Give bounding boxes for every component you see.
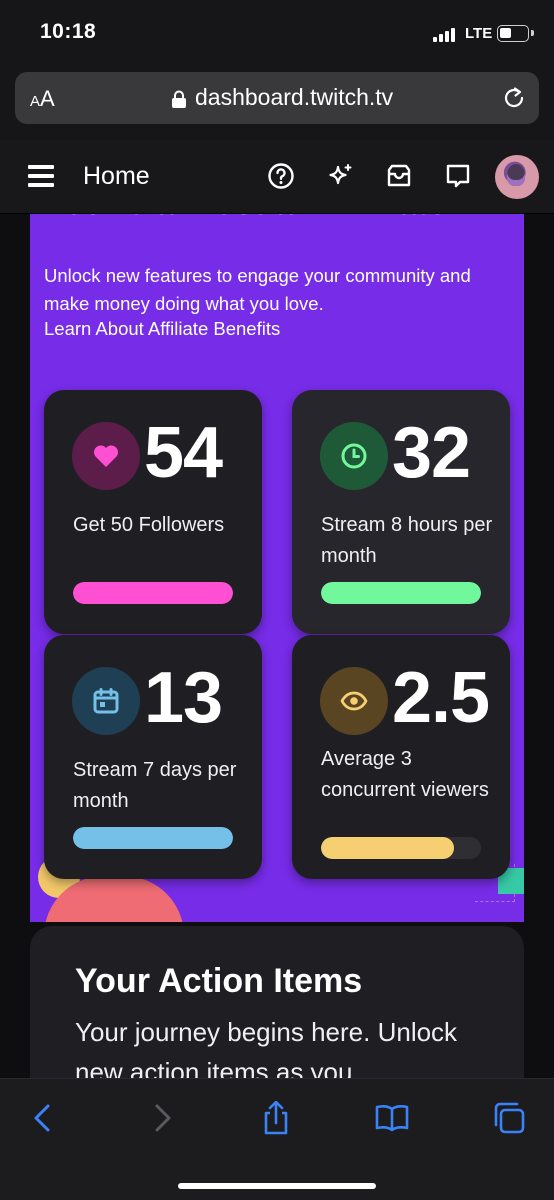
action-items-title: Your Action Items <box>75 962 363 1000</box>
calendar-icon <box>93 688 119 714</box>
back-icon[interactable] <box>26 1101 60 1135</box>
share-icon[interactable] <box>259 1101 293 1135</box>
status-bar: 10:18 LTE <box>0 0 554 64</box>
status-time: 10:18 <box>40 20 97 43</box>
action-items-subtitle: Your journey begins here. Unlock new act… <box>75 1017 458 1078</box>
address-bar[interactable]: AA dashboard.twitch.tv <box>15 72 539 124</box>
reload-icon[interactable] <box>501 85 527 111</box>
network-type: LTE <box>465 25 493 42</box>
page-title: Home <box>83 162 150 190</box>
home-indicator <box>178 1183 376 1189</box>
heart-icon <box>93 445 119 467</box>
hamburger-menu-icon[interactable] <box>28 165 54 187</box>
browser-address-area: AA dashboard.twitch.tv <box>0 64 554 140</box>
sparkle-icon[interactable] <box>326 162 354 190</box>
viewers-progress-fill <box>321 837 454 859</box>
affiliate-panel: You're almost an Affiliate! Unlock new f… <box>30 214 524 922</box>
help-icon[interactable] <box>267 162 295 190</box>
followers-progress-bar <box>73 582 233 604</box>
viewers-icon-badge <box>320 667 388 735</box>
eye-icon <box>340 691 368 711</box>
followers-progress-fill <box>73 582 233 604</box>
main-content: You're almost an Affiliate! Unlock new f… <box>0 214 554 1078</box>
stat-card-viewers: 2.5 Average 3 concurrent viewers <box>292 635 510 879</box>
whispers-icon[interactable] <box>444 162 472 190</box>
tabs-icon[interactable] <box>492 1101 526 1135</box>
hours-progress-bar <box>321 582 481 604</box>
browser-toolbar <box>0 1078 554 1200</box>
top-nav: Home <box>0 140 554 214</box>
average-viewers-count: 2.5 <box>392 658 490 738</box>
days-progress-bar <box>73 827 233 849</box>
hours-goal-label: Stream 8 hours per month <box>321 514 493 567</box>
stat-card-days: 13 Stream 7 days per month <box>44 635 262 879</box>
hours-streamed-count: 32 <box>392 413 471 493</box>
stat-card-followers: 54 Get 50 Followers <box>44 390 262 634</box>
followers-goal-label: Get 50 Followers <box>73 514 225 536</box>
forward-icon[interactable] <box>145 1101 179 1135</box>
hours-icon-badge <box>320 422 388 490</box>
viewers-goal-label: Average 3 concurrent viewers <box>321 748 489 801</box>
clock-icon <box>341 443 367 469</box>
signal-icon <box>433 28 457 42</box>
avatar[interactable] <box>495 155 539 199</box>
days-progress-fill <box>73 827 233 849</box>
inbox-icon[interactable] <box>385 162 413 190</box>
affiliate-heading: You're almost an Affiliate! <box>44 214 458 223</box>
followers-count: 54 <box>144 413 223 493</box>
battery-icon <box>497 25 534 42</box>
action-items-card: Your Action Items Your journey begins he… <box>30 926 524 1078</box>
days-streamed-count: 13 <box>144 658 223 738</box>
bookmarks-icon[interactable] <box>375 1101 409 1135</box>
viewers-progress-bar <box>321 837 481 859</box>
url-text[interactable]: dashboard.twitch.tv <box>195 84 393 111</box>
days-icon-badge <box>72 667 140 735</box>
days-goal-label: Stream 7 days per month <box>73 759 237 812</box>
affiliate-description: Unlock new features to engage your commu… <box>44 265 471 314</box>
followers-icon-badge <box>72 422 140 490</box>
text-size-button[interactable]: AA <box>30 86 55 112</box>
learn-affiliate-benefits-link[interactable]: Learn About Affiliate Benefits <box>44 318 280 340</box>
lock-icon <box>172 90 186 108</box>
hours-progress-fill <box>321 582 481 604</box>
stat-card-hours: 32 Stream 8 hours per month <box>292 390 510 634</box>
